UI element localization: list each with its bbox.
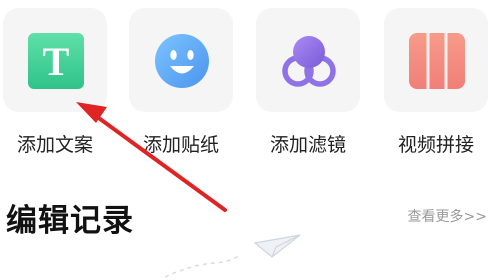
add-sticker-label: 添加贴纸 [142,134,219,156]
add-filter-button[interactable]: 添加滤镜 [256,8,360,156]
text-icon: T [28,33,84,89]
video-collage-button[interactable]: 视频拼接 [384,8,488,156]
see-more-link[interactable]: 查看更多>> [408,206,487,226]
paper-plane-icon [164,234,301,278]
add-text-label: 添加文案 [16,134,93,156]
add-filter-label: 添加滤镜 [269,134,346,156]
smiley-icon [155,34,209,88]
filter-icon [282,36,336,87]
collage-icon [409,33,465,89]
add-sticker-button[interactable]: 添加贴纸 [129,8,233,156]
edit-history-title: 编辑记录 [6,203,134,239]
text-icon-letter: T [43,39,70,84]
video-collage-label: 视频拼接 [397,134,474,156]
add-text-button[interactable]: T 添加文案 [3,8,107,156]
